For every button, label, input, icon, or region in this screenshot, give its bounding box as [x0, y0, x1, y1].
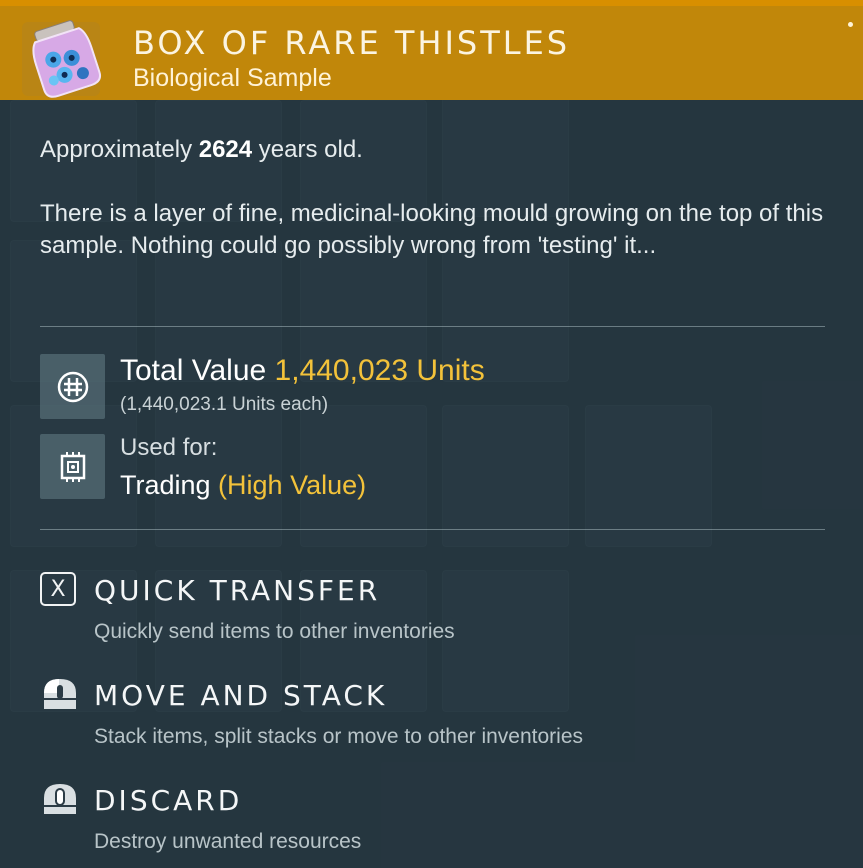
quick-transfer-action[interactable]: X QUICK TRANSFER Quickly send items to o…	[40, 570, 820, 643]
high-value-tag: (High Value)	[218, 470, 367, 500]
item-subtitle: Biological Sample	[133, 64, 332, 92]
action-description: Destroy unwanted resources	[94, 830, 362, 853]
units-currency-icon	[40, 354, 105, 419]
mouse-middle-click-icon	[40, 780, 80, 820]
action-title: DISCARD	[94, 784, 243, 817]
item-age: Approximately 2624 years old.	[40, 136, 363, 163]
indicator-dot	[848, 22, 853, 27]
action-title: QUICK TRANSFER	[94, 574, 381, 607]
trade-chip-icon	[40, 434, 105, 499]
divider	[40, 326, 825, 327]
used-for-value: Trading (High Value)	[120, 470, 367, 500]
age-value: 2624	[198, 136, 253, 163]
item-header: BOX OF RARE THISTLES Biological Sample	[0, 6, 863, 100]
used-for-label: Used for:	[120, 434, 218, 461]
item-title: BOX OF RARE THISTLES	[133, 24, 571, 62]
total-value-amount: 1,440,023 Units	[274, 354, 485, 387]
action-title: MOVE AND STACK	[94, 679, 388, 712]
discard-action[interactable]: DISCARD Destroy unwanted resources	[40, 780, 820, 853]
item-description: There is a layer of fine, medicinal-look…	[40, 200, 824, 259]
move-and-stack-action[interactable]: MOVE AND STACK Stack items, split stacks…	[40, 675, 820, 748]
divider	[40, 529, 825, 530]
action-description: Quickly send items to other inventories	[94, 620, 455, 643]
x-key-icon: X	[40, 572, 80, 612]
total-value: Total Value 1,440,023 Units	[120, 354, 485, 387]
thistle-jar-icon	[18, 16, 112, 100]
action-description: Stack items, split stacks or move to oth…	[94, 725, 584, 748]
unit-value-each: (1,440,023.1 Units each)	[120, 394, 329, 415]
mouse-left-click-icon	[40, 675, 80, 715]
